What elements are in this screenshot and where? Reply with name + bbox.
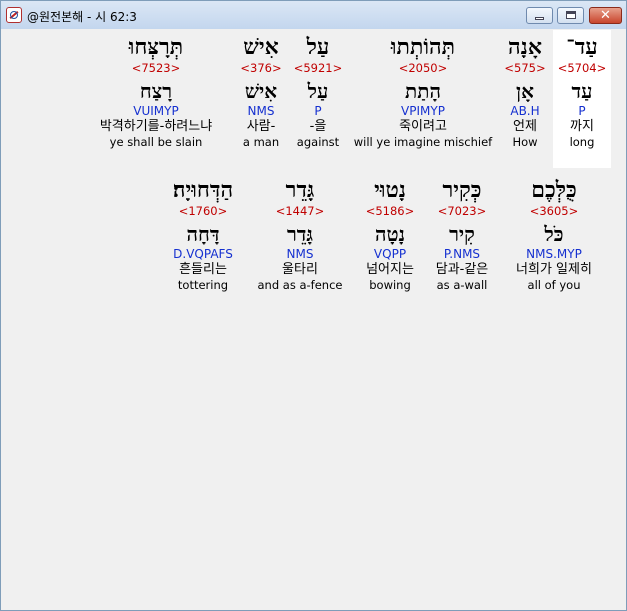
korean-gloss: 넘어지는 bbox=[366, 262, 414, 277]
morphology-code: P bbox=[578, 104, 586, 118]
english-gloss: tottering bbox=[177, 278, 229, 292]
close-button[interactable]: ✕ bbox=[589, 7, 622, 24]
hebrew-word: אִישׁ bbox=[243, 34, 279, 60]
korean-gloss: 사람- bbox=[246, 119, 276, 134]
korean-gloss: 박격하기를-하려느냐 bbox=[99, 119, 213, 134]
word-cell[interactable]: כְּקִיר <7023> קִיר P.NMS 담과-같은 as a-wal… bbox=[426, 173, 498, 293]
app-window: @원전본해 - 시 62:3 ✕ עַד־ <5704> עַד P 까지 lo… bbox=[0, 0, 627, 611]
korean-gloss: 흔들리는 bbox=[179, 262, 227, 277]
morphology-code: VUIMYP bbox=[133, 104, 179, 118]
word-cell[interactable]: נָטוּי <5186> נָטָה VQPP 넘어지는 bowing bbox=[358, 173, 422, 293]
strong-number[interactable]: <575> bbox=[495, 61, 555, 77]
strong-number[interactable]: <1760> bbox=[158, 204, 248, 220]
morphology-code: VPIMYP bbox=[401, 104, 445, 118]
morphology-code: AB.H bbox=[510, 104, 540, 118]
morphology-code: NMS bbox=[286, 247, 314, 261]
hebrew-word: נָטוּי bbox=[374, 177, 406, 203]
morphology-code: NMS.MYP bbox=[526, 247, 582, 261]
hebrew-lemma: רָצַח bbox=[139, 79, 173, 103]
strong-number[interactable]: <1447> bbox=[252, 204, 348, 220]
korean-gloss: 까지 bbox=[570, 119, 594, 134]
word-cell[interactable]: אָנָה <575> אָן AB.H 언제 How bbox=[495, 30, 555, 150]
hebrew-lemma: אָן bbox=[516, 79, 534, 103]
hebrew-word: תְּהוֹתְתוּ bbox=[390, 34, 456, 60]
korean-gloss: 언제 bbox=[513, 119, 537, 134]
word-cell[interactable]: גָּדֵר <1447> גָּדֵר NMS 울타리 and as a-fe… bbox=[252, 173, 348, 293]
hebrew-word: עַד־ bbox=[566, 34, 598, 60]
strong-number[interactable]: <376> bbox=[236, 61, 286, 77]
english-gloss: will ye imagine mischief bbox=[353, 135, 493, 149]
word-cell[interactable]: הַדְּחוּיָה׃ <1760> דָּחָה D.VQPAFS 흔들리는… bbox=[158, 173, 248, 293]
hebrew-lemma: גָּדֵר bbox=[286, 222, 314, 246]
morphology-code: D.VQPAFS bbox=[173, 247, 233, 261]
hebrew-word: כְּקִיר bbox=[442, 177, 482, 203]
hebrew-lemma: עַל bbox=[307, 79, 329, 103]
english-gloss: all of you bbox=[527, 278, 581, 292]
english-gloss: long bbox=[569, 135, 595, 149]
word-cell[interactable]: תְּרָצְּחוּ <7523> רָצַח VUIMYP 박격하기를-하려… bbox=[86, 30, 226, 150]
app-logo-icon[interactable] bbox=[6, 7, 22, 23]
morphology-code: NMS bbox=[247, 104, 275, 118]
morphology-code: P.NMS bbox=[443, 247, 481, 261]
morphology-code: P bbox=[314, 104, 322, 118]
close-icon: ✕ bbox=[600, 8, 611, 23]
english-gloss: a man bbox=[242, 135, 280, 149]
hebrew-word: כֻּלְּכֶם bbox=[531, 177, 577, 203]
minimize-button[interactable] bbox=[526, 7, 553, 24]
english-gloss: as a-wall bbox=[436, 278, 488, 292]
hebrew-word: עַל bbox=[306, 34, 330, 60]
english-gloss: against bbox=[296, 135, 340, 149]
korean-gloss: 너희가 일제히 bbox=[516, 262, 592, 277]
hebrew-lemma: עַד bbox=[571, 79, 593, 103]
strong-number[interactable]: <5921> bbox=[290, 61, 346, 77]
strong-number[interactable]: <7523> bbox=[86, 61, 226, 77]
korean-gloss: 죽이려고 bbox=[399, 119, 447, 134]
hebrew-lemma: כֹּל bbox=[544, 222, 564, 246]
english-gloss: bowing bbox=[369, 278, 411, 292]
word-cell[interactable]: תְּהוֹתְתוּ <2050> הָתַת VPIMYP 죽이려고 wil… bbox=[349, 30, 497, 150]
hebrew-lemma: קִיר bbox=[449, 222, 475, 246]
hebrew-word: אָנָה bbox=[508, 34, 542, 60]
word-cell[interactable]: אִישׁ <376> אִישׁ NMS 사람- a man bbox=[236, 30, 286, 150]
maximize-button[interactable] bbox=[557, 7, 584, 24]
hebrew-word: גָּדֵר bbox=[285, 177, 315, 203]
strong-number[interactable]: <3605> bbox=[502, 204, 606, 220]
english-gloss: ye shall be slain bbox=[109, 135, 203, 149]
window-title: @원전본해 - 시 62:3 bbox=[27, 10, 137, 24]
korean-gloss: 담과-같은 bbox=[435, 262, 489, 277]
minimize-icon bbox=[535, 17, 544, 20]
strong-number[interactable]: <2050> bbox=[349, 61, 497, 77]
word-cell[interactable]: עַל <5921> עַל P -을 against bbox=[290, 30, 346, 150]
korean-gloss: 울타리 bbox=[282, 262, 318, 277]
strong-number[interactable]: <5704> bbox=[553, 61, 611, 77]
hebrew-word: הַדְּחוּיָה׃ bbox=[172, 177, 234, 203]
strong-number[interactable]: <5186> bbox=[358, 204, 422, 220]
hebrew-lemma: דָּחָה bbox=[186, 222, 220, 246]
morphology-code: VQPP bbox=[373, 247, 407, 261]
english-gloss: and as a-fence bbox=[257, 278, 343, 292]
hebrew-word: תְּרָצְּחוּ bbox=[128, 34, 184, 60]
hebrew-lemma: נָטָה bbox=[374, 222, 406, 246]
korean-gloss: -을 bbox=[309, 119, 327, 134]
word-cell[interactable]: כֻּלְּכֶם <3605> כֹּל NMS.MYP 너희가 일제히 al… bbox=[502, 173, 606, 293]
english-gloss: How bbox=[512, 135, 538, 149]
hebrew-lemma: אִישׁ bbox=[244, 79, 278, 103]
interlinear-view: עַד־ <5704> עַד P 까지 long אָנָה <575> אָ… bbox=[6, 30, 618, 604]
word-cell[interactable]: עַד־ <5704> עַד P 까지 long bbox=[553, 30, 611, 168]
hebrew-lemma: הָתַת bbox=[405, 79, 441, 103]
strong-number[interactable]: <7023> bbox=[426, 204, 498, 220]
maximize-icon bbox=[566, 11, 576, 19]
title-bar[interactable]: @원전본해 - 시 62:3 ✕ bbox=[1, 1, 626, 29]
